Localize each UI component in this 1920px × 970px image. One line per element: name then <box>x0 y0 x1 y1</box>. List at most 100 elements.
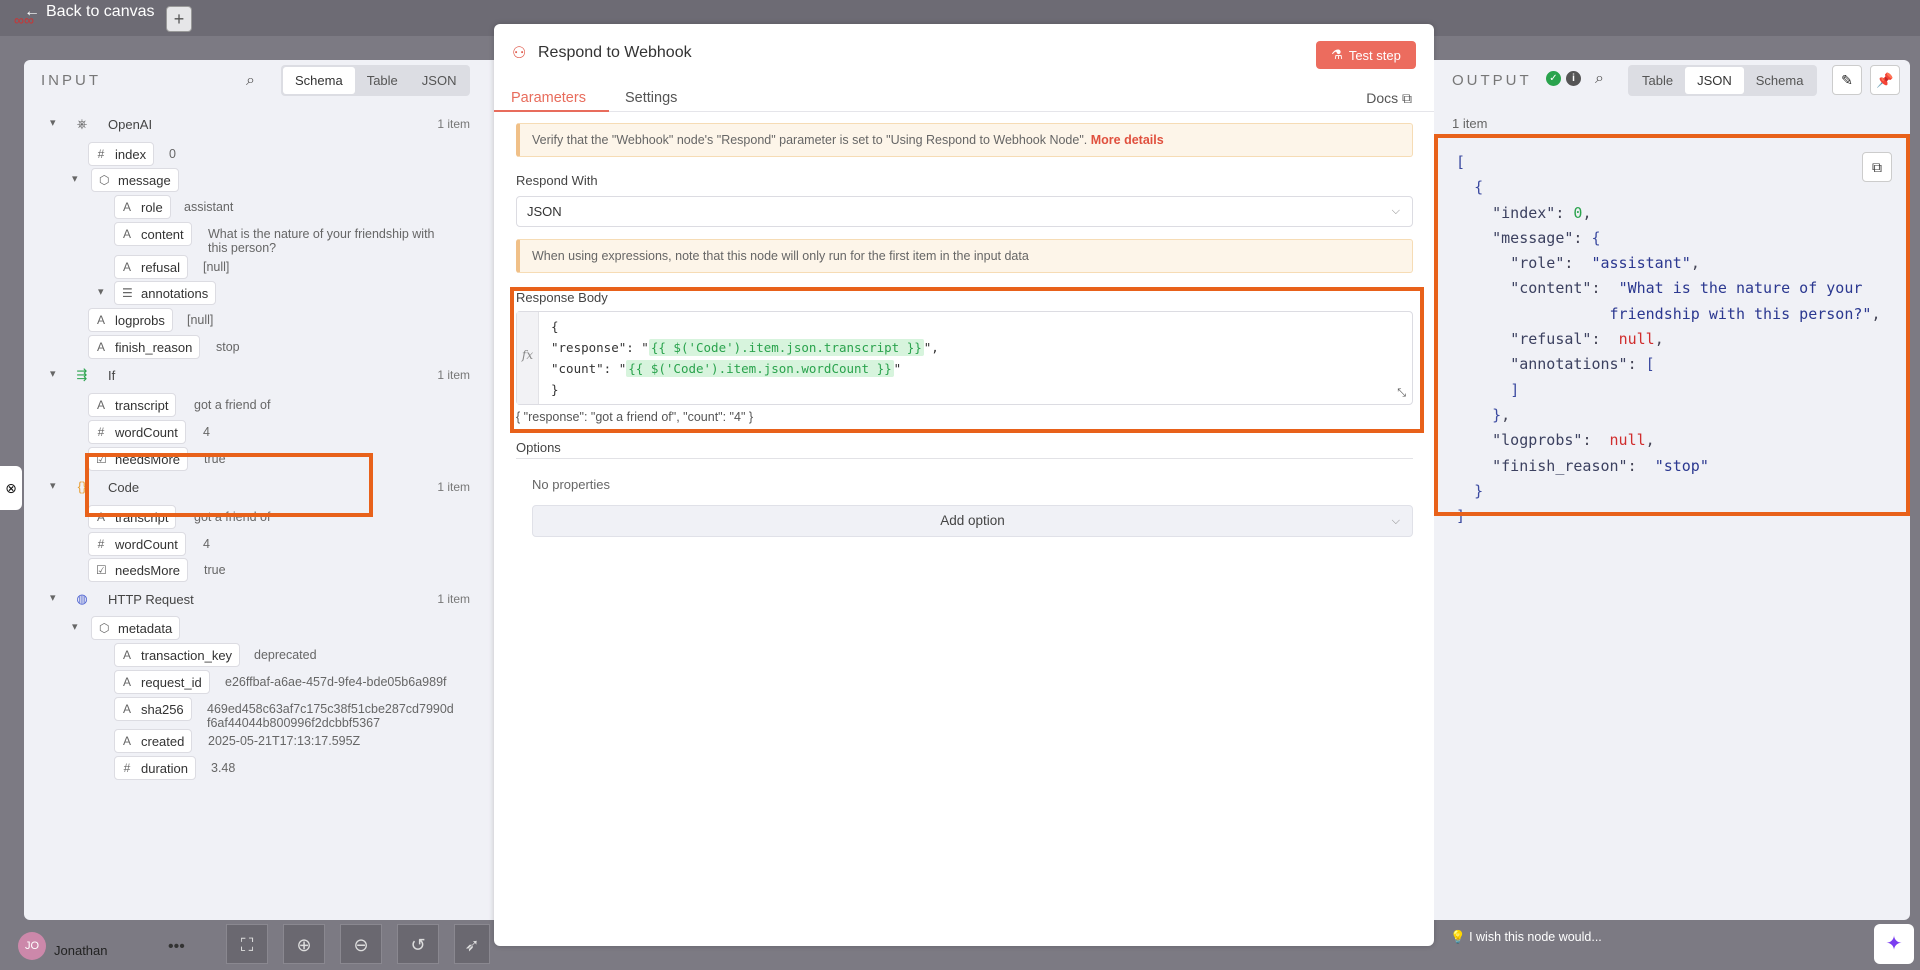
canvas-side-handle-icon[interactable]: ⊗ <box>0 466 22 510</box>
field-row: ▾ ☰ annotations <box>24 279 494 307</box>
add-tab-button[interactable]: + <box>166 6 192 32</box>
chevron-down-icon[interactable]: ▾ <box>72 620 78 633</box>
input-view-switch: Schema Table JSON <box>281 65 471 96</box>
number-type-icon: # <box>123 761 131 775</box>
back-to-canvas-link[interactable]: ← Back to canvas <box>24 3 155 21</box>
options-label: Options <box>516 440 561 455</box>
field-row: Arole assistant <box>24 193 494 221</box>
add-option-button[interactable]: Add option ⌵ <box>532 505 1413 537</box>
string-type-icon: A <box>122 702 131 716</box>
search-icon[interactable]: ⌕ <box>246 72 255 90</box>
highlight-box <box>1434 134 1910 516</box>
undo-icon[interactable]: ↺ <box>397 924 439 964</box>
respond-with-select[interactable]: JSON ⌵ <box>516 196 1413 227</box>
node-modal: ⚇ Respond to Webhook ⚗ Test step Paramet… <box>494 24 1434 946</box>
chevron-down-icon: ⌵ <box>1391 515 1400 527</box>
checkbox-type-icon: ☑ <box>96 563 107 577</box>
zoom-in-icon[interactable]: ⊕ <box>283 924 325 964</box>
lightbulb-icon: 💡 <box>1450 930 1466 944</box>
view-json[interactable]: JSON <box>410 67 469 94</box>
field-pill[interactable]: Arole <box>114 195 171 219</box>
chevron-down-icon[interactable]: ▾ <box>50 591 56 604</box>
field-pill[interactable]: Alogprobs <box>88 308 173 332</box>
search-icon[interactable]: ⌕ <box>1595 70 1604 88</box>
modal-title: Respond to Webhook <box>538 44 692 61</box>
field-pill[interactable]: # wordCount <box>88 420 186 444</box>
string-type-icon: A <box>96 340 105 354</box>
field-pill[interactable]: # index <box>88 142 155 166</box>
fit-view-icon[interactable]: ⛶ <box>226 924 268 964</box>
field-row: Atransaction_key deprecated <box>24 641 494 669</box>
pin-icon[interactable]: 📌 <box>1870 65 1900 95</box>
ai-sparkle-icon[interactable]: ✦ <box>1874 924 1914 964</box>
cursor-icon[interactable]: ➶ <box>454 924 490 964</box>
field-pill[interactable]: Atransaction_key <box>114 643 241 667</box>
field-pill[interactable]: ⬡ message <box>91 168 179 192</box>
openai-icon: ⎈ <box>76 116 88 131</box>
field-pill[interactable]: Arefusal <box>114 255 189 279</box>
field-pill[interactable]: ☰ annotations <box>114 281 217 305</box>
chevron-down-icon[interactable]: ▾ <box>50 479 56 492</box>
field-pill[interactable]: ☑ needsMore <box>88 558 189 582</box>
feedback-prompt[interactable]: 💡 I wish this node would... <box>1450 930 1602 945</box>
input-panel: INPUT ⌕ Schema Table JSON ▾ ⎈ OpenAI 1 i… <box>24 60 494 920</box>
node-openai[interactable]: ▾ ⎈ OpenAI 1 item <box>24 110 494 138</box>
chevron-down-icon[interactable]: ▾ <box>50 116 56 129</box>
highlight-box <box>510 287 1424 433</box>
highlight-box <box>85 453 373 517</box>
test-step-button[interactable]: ⚗ Test step <box>1316 41 1416 69</box>
field-pill[interactable]: Asha256 <box>114 697 192 721</box>
node-http-request[interactable]: ▾ ◍ HTTP Request 1 item <box>24 585 494 613</box>
field-pill[interactable]: # wordCount <box>88 532 186 556</box>
chevron-down-icon: ⌵ <box>1391 205 1400 217</box>
field-pill[interactable]: Afinish_reason <box>88 335 201 359</box>
docs-link[interactable]: Docs ⧉ <box>1366 90 1412 107</box>
field-row: ☑ needsMore true <box>24 556 494 584</box>
node-if[interactable]: ▾ ⇶ If 1 item <box>24 361 494 389</box>
input-title: INPUT <box>41 72 101 89</box>
field-row: Arefusal [null] <box>24 253 494 281</box>
webhook-notice: Verify that the "Webhook" node's "Respon… <box>516 123 1413 157</box>
string-type-icon: A <box>96 313 105 327</box>
number-type-icon: # <box>97 537 105 551</box>
output-title: OUTPUT <box>1452 72 1532 89</box>
user-name: Jonathan <box>54 943 108 958</box>
string-type-icon: A <box>122 227 131 241</box>
chevron-down-icon[interactable]: ▾ <box>50 367 56 380</box>
more-dots-icon[interactable]: ••• <box>168 938 185 956</box>
modal-header: ⚇ Respond to Webhook ⚗ Test step <box>494 24 1434 69</box>
string-type-icon: A <box>122 200 131 214</box>
view-table[interactable]: Table <box>1630 67 1685 94</box>
check-circle-icon: ✓ <box>1546 71 1561 86</box>
chevron-down-icon[interactable]: ▾ <box>98 285 104 298</box>
more-details-link[interactable]: More details <box>1091 133 1164 147</box>
modal-tabs: Parameters Settings Docs ⧉ <box>494 82 1434 112</box>
view-json[interactable]: JSON <box>1685 67 1744 94</box>
avatar[interactable]: JO <box>18 932 46 960</box>
edit-pencil-icon[interactable]: ✎ <box>1832 65 1862 95</box>
field-pill[interactable]: Arequest_id <box>114 670 210 694</box>
if-branch-icon: ⇶ <box>76 367 88 382</box>
zoom-out-icon[interactable]: ⊖ <box>340 924 382 964</box>
field-pill[interactable]: # duration <box>114 756 196 780</box>
view-schema[interactable]: Schema <box>1744 67 1816 94</box>
field-pill[interactable]: Acontent <box>114 222 192 246</box>
field-row: # wordCount 4 <box>24 418 494 446</box>
object-type-icon: ⬡ <box>99 621 110 635</box>
field-pill[interactable]: ⬡ metadata <box>91 616 181 640</box>
field-row: # duration 3.48 <box>24 754 494 782</box>
view-schema[interactable]: Schema <box>283 67 355 94</box>
field-row: Acontent What is the nature of your frie… <box>24 220 494 255</box>
webhook-icon: ⚇ <box>512 45 527 62</box>
output-view-switch: Table JSON Schema <box>1628 65 1818 96</box>
chevron-down-icon[interactable]: ▾ <box>72 172 78 185</box>
tab-parameters[interactable]: Parameters <box>511 90 586 106</box>
tab-underline <box>494 110 609 112</box>
field-pill[interactable]: Atranscript <box>88 393 177 417</box>
view-table[interactable]: Table <box>355 67 410 94</box>
tab-settings[interactable]: Settings <box>625 90 677 106</box>
info-icon[interactable]: i <box>1566 71 1581 86</box>
field-pill[interactable]: Acreated <box>114 729 193 753</box>
string-type-icon: A <box>122 260 131 274</box>
field-row: ▾ ⬡ metadata <box>24 614 494 642</box>
